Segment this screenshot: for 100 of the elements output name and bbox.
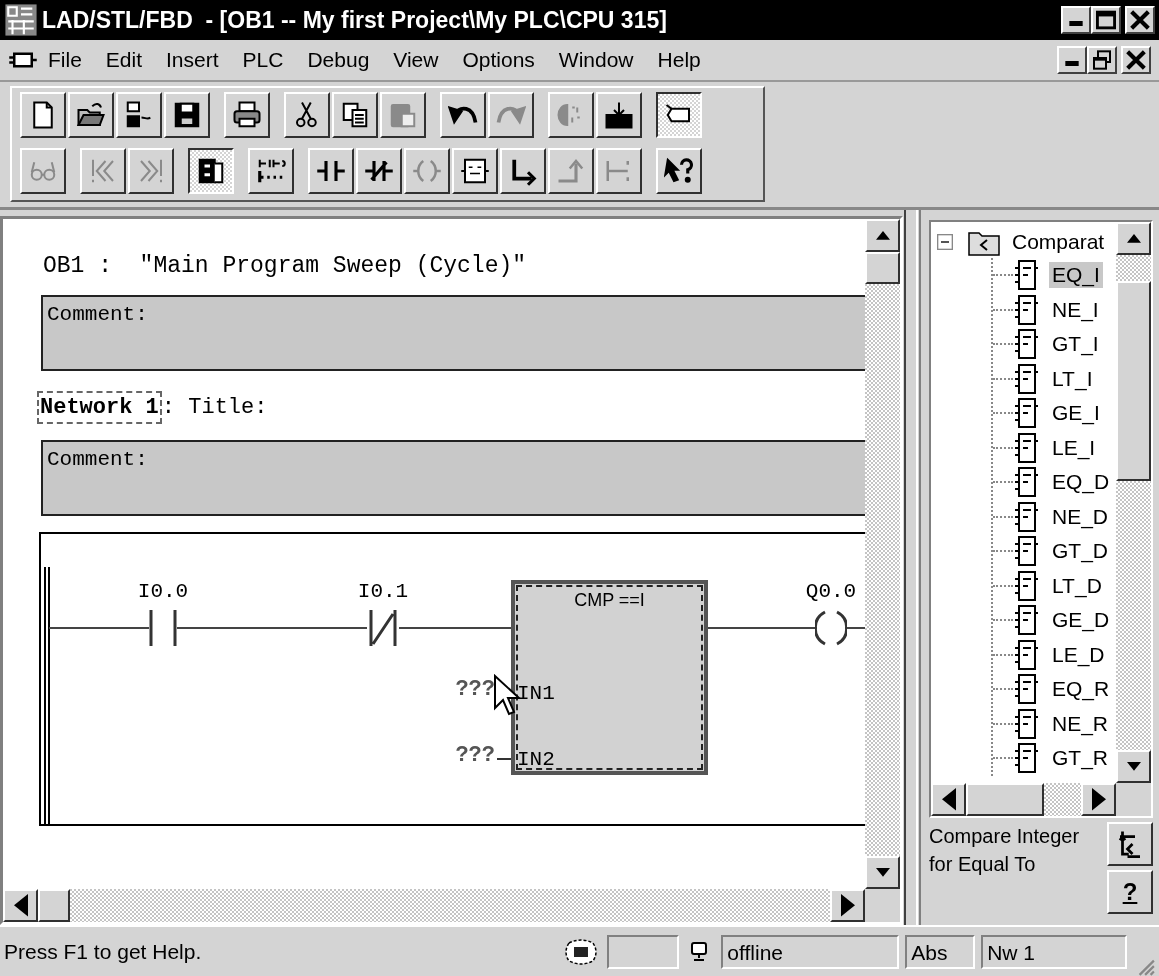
function-block-icon [1013, 569, 1039, 602]
tree-item[interactable]: LT_D [1049, 572, 1105, 599]
minimize-icon [1069, 21, 1083, 26]
copy-button[interactable] [332, 92, 378, 138]
tree-item[interactable]: GT_R [1049, 745, 1111, 772]
help-pointer-button[interactable] [656, 148, 702, 194]
restore-button[interactable] [1087, 46, 1117, 74]
normally-open-contact[interactable] [147, 608, 179, 648]
tree-item[interactable]: EQ_I [1049, 262, 1103, 289]
tree-item[interactable]: EQ_D [1049, 469, 1113, 496]
tree-item[interactable]: GT_I [1049, 331, 1102, 358]
tree-item[interactable]: NE_I [1049, 296, 1102, 323]
tree-item[interactable]: LE_I [1049, 434, 1099, 461]
comment-field[interactable]: Comment: [41, 440, 865, 516]
operand-label: I0.0 [136, 580, 190, 603]
branch-button[interactable] [500, 148, 546, 194]
function-block-icon [1013, 259, 1039, 292]
scrollbar-thumb[interactable] [966, 783, 1044, 816]
scrollbar-thumb[interactable] [38, 889, 70, 922]
function-block-icon [1013, 638, 1039, 671]
output-coil[interactable] [815, 608, 847, 648]
print-button[interactable] [224, 92, 270, 138]
function-block-icon [1013, 293, 1039, 326]
scroll-down-button[interactable] [865, 856, 900, 889]
pin-wire [497, 757, 511, 761]
menu-item[interactable]: Insert [166, 48, 219, 72]
tree-item[interactable]: LT_I [1049, 365, 1096, 392]
tree-item[interactable]: LE_D [1049, 641, 1108, 668]
nodes-button[interactable] [116, 92, 162, 138]
cut-button[interactable] [284, 92, 330, 138]
panel-icon [196, 156, 226, 186]
operand-label: Q0.0 [804, 580, 858, 603]
normally-closed-contact[interactable] [367, 608, 399, 648]
down-arrow-icon [1126, 762, 1141, 771]
menu-item[interactable]: View [393, 48, 439, 72]
menu-item[interactable]: PLC [242, 48, 284, 72]
maximize-button[interactable] [1091, 6, 1121, 34]
pane-splitter[interactable] [904, 210, 918, 925]
tree-item[interactable]: GT_D [1049, 538, 1111, 565]
maximize-icon [1096, 10, 1116, 30]
scroll-up-button[interactable] [1116, 222, 1151, 255]
connection-status: offline [721, 934, 900, 969]
minimize-button[interactable] [1061, 6, 1091, 34]
open-button[interactable] [68, 92, 114, 138]
function-block-icon [1013, 431, 1039, 464]
network-label[interactable]: Network 1 [37, 391, 162, 424]
close-button[interactable] [1125, 6, 1155, 34]
menu-item[interactable]: Options [462, 48, 535, 72]
restore-icon [1092, 50, 1112, 70]
network-title: : Title: [161, 395, 268, 420]
scroll-right-button[interactable] [1081, 783, 1116, 816]
catalog-button[interactable] [656, 92, 702, 138]
scrollbar-thumb[interactable] [1116, 281, 1151, 481]
close-icon [1130, 10, 1150, 30]
scroll-down-button[interactable] [1116, 750, 1151, 783]
comment-field[interactable]: Comment: [41, 295, 865, 371]
menu-item[interactable]: Debug [307, 48, 370, 72]
scroll-left-button[interactable] [3, 889, 38, 922]
scroll-up-button[interactable] [865, 219, 900, 252]
undo-button[interactable] [440, 92, 486, 138]
closed-contact-button[interactable] [356, 148, 402, 194]
tree-item[interactable]: EQ_R [1049, 676, 1113, 703]
contact-button[interactable] [308, 148, 354, 194]
tree-item[interactable]: GE_I [1049, 400, 1103, 427]
save-button[interactable] [164, 92, 210, 138]
new-button[interactable] [20, 92, 66, 138]
function-block-icon [1013, 673, 1039, 706]
insert-button[interactable] [1107, 822, 1153, 866]
scroll-right-button[interactable] [830, 889, 865, 922]
function-block-icon [1013, 535, 1039, 568]
tree-item[interactable]: NE_R [1049, 710, 1112, 737]
help-button[interactable]: ? [1107, 870, 1153, 914]
collapse-icon[interactable] [937, 234, 953, 250]
compare-block[interactable]: CMP ==I IN1 IN2 [511, 580, 708, 775]
tree-item[interactable]: Comparat [1009, 229, 1108, 255]
minimize-button[interactable] [1057, 46, 1087, 74]
status-message: Press F1 to get Help. [4, 939, 203, 964]
element-description: Compare Integer for Equal To [929, 824, 1081, 877]
box-button[interactable] [452, 148, 498, 194]
download-icon [604, 100, 634, 130]
block-icon[interactable] [8, 50, 38, 70]
operand-label[interactable]: ??? [433, 677, 495, 702]
cpu-icon [563, 938, 600, 965]
overview-button[interactable] [188, 148, 234, 194]
close-button[interactable] [1121, 46, 1151, 74]
pages-icon [340, 100, 370, 130]
printer-icon [232, 100, 262, 130]
menu-item[interactable]: File [48, 48, 82, 72]
operand-label: I0.1 [356, 580, 410, 603]
download-button[interactable] [596, 92, 642, 138]
scroll-left-button[interactable] [931, 783, 966, 816]
menu-item[interactable]: Window [558, 48, 634, 72]
tree-item[interactable]: NE_D [1049, 503, 1112, 530]
menu-item[interactable]: Edit [105, 48, 143, 72]
operand-label[interactable]: ??? [433, 743, 495, 768]
function-block-icon [1013, 707, 1039, 740]
scrollbar-thumb[interactable] [865, 252, 900, 284]
menu-item[interactable]: Help [657, 48, 701, 72]
tree-item[interactable]: GE_D [1049, 607, 1113, 634]
new-network-button[interactable] [248, 148, 294, 194]
